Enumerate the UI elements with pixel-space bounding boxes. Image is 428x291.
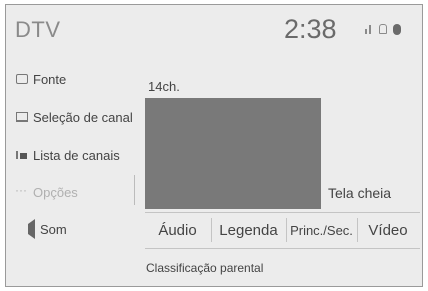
sidebar-item-selecao-de-canal[interactable]: Seleção de canal (16, 106, 133, 128)
dtv-screen: DTV 2:38 Fonte Seleção de canal Lista de… (5, 4, 423, 287)
tab-video[interactable]: Vídeo (358, 218, 418, 242)
sidebar-item-fonte[interactable]: Fonte (16, 68, 66, 90)
divider (145, 212, 420, 213)
device-icon (393, 24, 401, 35)
channel-number: 14ch. (148, 79, 180, 94)
screen-title: DTV (15, 17, 61, 42)
tab-audio[interactable]: Áudio (145, 218, 210, 242)
sidebar-item-som[interactable]: Som (16, 218, 67, 240)
sidebar-item-opcoes[interactable]: Opções (15, 181, 78, 203)
status-bar (363, 24, 401, 35)
more-icon (15, 183, 28, 197)
divider (145, 248, 420, 249)
clock: 2:38 (284, 14, 337, 44)
signal-icon (363, 24, 373, 34)
source-icon (16, 74, 28, 84)
list-icon (16, 150, 28, 160)
sidebar-item-label: Seleção de canal (33, 109, 133, 125)
sidebar-item-label: Opções (33, 184, 78, 200)
sidebar-item-label: Som (40, 221, 67, 237)
monitor-icon (16, 112, 28, 122)
fullscreen-button[interactable]: Tela cheia (328, 185, 391, 201)
tab-legenda[interactable]: Legenda (212, 218, 285, 242)
parental-rating-button[interactable]: Classificação parental (146, 258, 263, 278)
speaker-icon (16, 219, 35, 239)
sidebar-item-label: Lista de canais (33, 147, 120, 163)
sidebar-item-label: Fonte (33, 71, 67, 87)
tab-princ-sec[interactable]: Princ./Sec. (287, 218, 356, 242)
sidebar-divider (134, 175, 135, 205)
sidebar-item-lista-de-canais[interactable]: Lista de canais (16, 144, 120, 166)
video-preview[interactable] (145, 98, 321, 209)
lock-icon (379, 24, 387, 34)
